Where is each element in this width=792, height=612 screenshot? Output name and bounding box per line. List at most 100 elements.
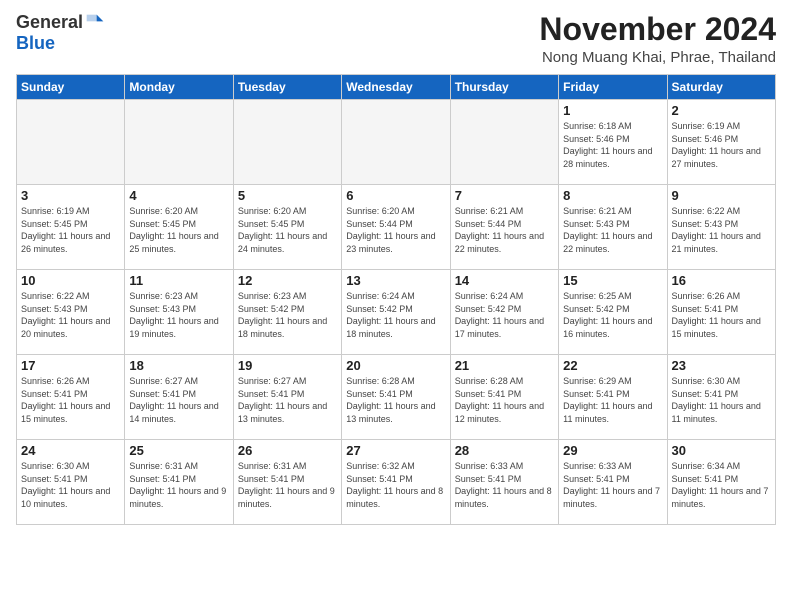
logo-icon — [85, 13, 105, 33]
day-info: Sunrise: 6:28 AM Sunset: 5:41 PM Dayligh… — [455, 375, 554, 425]
day-number: 12 — [238, 273, 337, 288]
location-title: Nong Muang Khai, Phrae, Thailand — [539, 49, 776, 66]
day-info: Sunrise: 6:34 AM Sunset: 5:41 PM Dayligh… — [672, 460, 771, 510]
title-block: November 2024 Nong Muang Khai, Phrae, Th… — [539, 12, 776, 66]
day-info: Sunrise: 6:28 AM Sunset: 5:41 PM Dayligh… — [346, 375, 445, 425]
calendar-cell — [342, 100, 450, 185]
day-info: Sunrise: 6:27 AM Sunset: 5:41 PM Dayligh… — [238, 375, 337, 425]
day-number: 6 — [346, 188, 445, 203]
day-number: 23 — [672, 358, 771, 373]
day-info: Sunrise: 6:31 AM Sunset: 5:41 PM Dayligh… — [129, 460, 228, 510]
day-number: 1 — [563, 103, 662, 118]
day-info: Sunrise: 6:25 AM Sunset: 5:42 PM Dayligh… — [563, 290, 662, 340]
calendar-cell: 9 Sunrise: 6:22 AM Sunset: 5:43 PM Daylig… — [667, 185, 775, 270]
day-info: Sunrise: 6:26 AM Sunset: 5:41 PM Dayligh… — [672, 290, 771, 340]
day-number: 24 — [21, 443, 120, 458]
day-number: 3 — [21, 188, 120, 203]
calendar-week-4: 24Sunrise: 6:30 AM Sunset: 5:41 PM Dayli… — [17, 440, 776, 525]
calendar-cell: 4Sunrise: 6:20 AM Sunset: 5:45 PM Daylig… — [125, 185, 233, 270]
calendar-cell: 26 Sunrise: 6:31 AM Sunset: 5:41 PM Dayli… — [233, 440, 341, 525]
calendar-cell: 7 Sunrise: 6:21 AM Sunset: 5:44 PM Daylig… — [450, 185, 558, 270]
day-header-friday: Friday — [559, 75, 667, 100]
calendar-cell — [17, 100, 125, 185]
calendar-cell — [125, 100, 233, 185]
day-number: 19 — [238, 358, 337, 373]
day-info: Sunrise: 6:32 AM Sunset: 5:41 PM Dayligh… — [346, 460, 445, 510]
calendar: SundayMondayTuesdayWednesdayThursdayFrid… — [16, 74, 776, 525]
day-info: Sunrise: 6:21 AM Sunset: 5:44 PM Dayligh… — [455, 205, 554, 255]
day-info: Sunrise: 6:19 AM Sunset: 5:46 PM Dayligh… — [672, 120, 771, 170]
calendar-cell: 25 Sunrise: 6:31 AM Sunset: 5:41 PM Dayli… — [125, 440, 233, 525]
day-number: 14 — [455, 273, 554, 288]
calendar-cell: 10 Sunrise: 6:22 AM Sunset: 5:43 PM Dayli… — [17, 270, 125, 355]
calendar-cell: 19 Sunrise: 6:27 AM Sunset: 5:41 PM Dayli… — [233, 355, 341, 440]
day-info: Sunrise: 6:22 AM Sunset: 5:43 PM Dayligh… — [21, 290, 120, 340]
day-number: 7 — [455, 188, 554, 203]
calendar-cell: 15 Sunrise: 6:25 AM Sunset: 5:42 PM Dayli… — [559, 270, 667, 355]
day-number: 27 — [346, 443, 445, 458]
header: General Blue November 2024 Nong Muang Kh… — [16, 12, 776, 66]
day-number: 16 — [672, 273, 771, 288]
calendar-cell: 17Sunrise: 6:26 AM Sunset: 5:41 PM Dayli… — [17, 355, 125, 440]
day-info: Sunrise: 6:22 AM Sunset: 5:43 PM Dayligh… — [672, 205, 771, 255]
day-number: 5 — [238, 188, 337, 203]
day-number: 11 — [129, 273, 228, 288]
day-info: Sunrise: 6:24 AM Sunset: 5:42 PM Dayligh… — [455, 290, 554, 340]
calendar-cell: 1 Sunrise: 6:18 AM Sunset: 5:46 PM Daylig… — [559, 100, 667, 185]
calendar-cell — [450, 100, 558, 185]
calendar-week-0: 1 Sunrise: 6:18 AM Sunset: 5:46 PM Daylig… — [17, 100, 776, 185]
calendar-cell: 2 Sunrise: 6:19 AM Sunset: 5:46 PM Daylig… — [667, 100, 775, 185]
day-info: Sunrise: 6:29 AM Sunset: 5:41 PM Dayligh… — [563, 375, 662, 425]
day-number: 9 — [672, 188, 771, 203]
calendar-cell: 21 Sunrise: 6:28 AM Sunset: 5:41 PM Dayli… — [450, 355, 558, 440]
calendar-cell: 30 Sunrise: 6:34 AM Sunset: 5:41 PM Dayli… — [667, 440, 775, 525]
calendar-cell: 23 Sunrise: 6:30 AM Sunset: 5:41 PM Dayli… — [667, 355, 775, 440]
day-header-sunday: Sunday — [17, 75, 125, 100]
day-number: 10 — [21, 273, 120, 288]
day-info: Sunrise: 6:23 AM Sunset: 5:42 PM Dayligh… — [238, 290, 337, 340]
logo-general: General — [16, 12, 83, 33]
calendar-week-1: 3 Sunrise: 6:19 AM Sunset: 5:45 PM Daylig… — [17, 185, 776, 270]
day-info: Sunrise: 6:21 AM Sunset: 5:43 PM Dayligh… — [563, 205, 662, 255]
day-number: 30 — [672, 443, 771, 458]
logo-blue: Blue — [16, 33, 55, 54]
calendar-week-2: 10 Sunrise: 6:22 AM Sunset: 5:43 PM Dayli… — [17, 270, 776, 355]
page: General Blue November 2024 Nong Muang Kh… — [0, 0, 792, 612]
calendar-cell: 22Sunrise: 6:29 AM Sunset: 5:41 PM Dayli… — [559, 355, 667, 440]
day-number: 8 — [563, 188, 662, 203]
day-info: Sunrise: 6:27 AM Sunset: 5:41 PM Dayligh… — [129, 375, 228, 425]
day-number: 26 — [238, 443, 337, 458]
calendar-cell: 8 Sunrise: 6:21 AM Sunset: 5:43 PM Daylig… — [559, 185, 667, 270]
day-info: Sunrise: 6:18 AM Sunset: 5:46 PM Dayligh… — [563, 120, 662, 170]
month-title: November 2024 — [539, 12, 776, 47]
day-header-wednesday: Wednesday — [342, 75, 450, 100]
day-number: 20 — [346, 358, 445, 373]
day-number: 2 — [672, 103, 771, 118]
day-info: Sunrise: 6:31 AM Sunset: 5:41 PM Dayligh… — [238, 460, 337, 510]
logo: General Blue — [16, 12, 105, 54]
calendar-cell: 3 Sunrise: 6:19 AM Sunset: 5:45 PM Daylig… — [17, 185, 125, 270]
logo-text: General — [16, 12, 105, 33]
day-number: 15 — [563, 273, 662, 288]
day-info: Sunrise: 6:30 AM Sunset: 5:41 PM Dayligh… — [672, 375, 771, 425]
calendar-cell — [233, 100, 341, 185]
day-number: 18 — [129, 358, 228, 373]
calendar-cell: 20 Sunrise: 6:28 AM Sunset: 5:41 PM Dayli… — [342, 355, 450, 440]
calendar-cell: 16 Sunrise: 6:26 AM Sunset: 5:41 PM Dayli… — [667, 270, 775, 355]
calendar-header-row: SundayMondayTuesdayWednesdayThursdayFrid… — [17, 75, 776, 100]
calendar-cell: 29 Sunrise: 6:33 AM Sunset: 5:41 PM Dayli… — [559, 440, 667, 525]
day-info: Sunrise: 6:20 AM Sunset: 5:45 PM Dayligh… — [238, 205, 337, 255]
day-info: Sunrise: 6:24 AM Sunset: 5:42 PM Dayligh… — [346, 290, 445, 340]
calendar-week-3: 17Sunrise: 6:26 AM Sunset: 5:41 PM Dayli… — [17, 355, 776, 440]
calendar-cell: 6Sunrise: 6:20 AM Sunset: 5:44 PM Daylig… — [342, 185, 450, 270]
day-info: Sunrise: 6:33 AM Sunset: 5:41 PM Dayligh… — [563, 460, 662, 510]
day-number: 17 — [21, 358, 120, 373]
day-number: 25 — [129, 443, 228, 458]
calendar-cell: 27 Sunrise: 6:32 AM Sunset: 5:41 PM Dayli… — [342, 440, 450, 525]
day-number: 21 — [455, 358, 554, 373]
day-info: Sunrise: 6:19 AM Sunset: 5:45 PM Dayligh… — [21, 205, 120, 255]
day-number: 13 — [346, 273, 445, 288]
day-number: 29 — [563, 443, 662, 458]
day-number: 4 — [129, 188, 228, 203]
day-info: Sunrise: 6:33 AM Sunset: 5:41 PM Dayligh… — [455, 460, 554, 510]
